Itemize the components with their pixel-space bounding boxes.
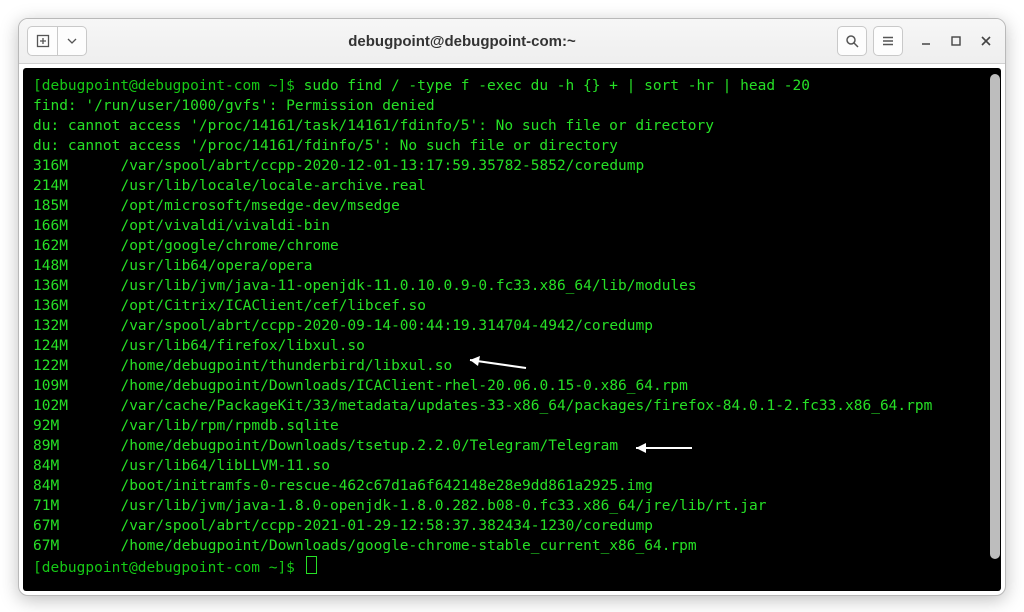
minimize-icon <box>920 35 932 47</box>
file-path: /home/debugpoint/thunderbird/libxul.so <box>103 358 452 374</box>
output-row: 92M /var/lib/rpm/rpmdb.sqlite <box>33 416 991 436</box>
maximize-button[interactable] <box>945 30 967 52</box>
file-size: 136M <box>33 276 103 296</box>
file-path: /usr/lib/jvm/java-1.8.0-openjdk-1.8.0.28… <box>103 498 766 514</box>
error-line: du: cannot access '/proc/14161/fdinfo/5'… <box>33 136 991 156</box>
prompt-line-2: [debugpoint@debugpoint-com ~]$ <box>33 556 991 578</box>
file-path: /var/spool/abrt/ccpp-2021-01-29-12:58:37… <box>103 518 653 534</box>
file-path: /var/spool/abrt/ccpp-2020-12-01-13:17:59… <box>103 158 644 174</box>
file-path: /usr/lib64/firefox/libxul.so <box>103 338 365 354</box>
new-tab-menu-button[interactable] <box>57 26 87 56</box>
titlebar: debugpoint@debugpoint-com:~ <box>19 19 1005 64</box>
file-size: 148M <box>33 256 103 276</box>
close-icon <box>980 35 992 47</box>
output-row: 185M /opt/microsoft/msedge-dev/msedge <box>33 196 991 216</box>
prompt-open: [ <box>33 78 42 94</box>
file-path: /home/debugpoint/Downloads/google-chrome… <box>103 538 697 554</box>
file-path: /opt/vivaldi/vivaldi-bin <box>103 218 330 234</box>
file-path: /opt/Citrix/ICAClient/cef/libcef.so <box>103 298 426 314</box>
file-size: 92M <box>33 416 103 436</box>
window-controls <box>909 30 997 52</box>
output-rows: 316M /var/spool/abrt/ccpp-2020-12-01-13:… <box>33 156 991 556</box>
maximize-icon <box>950 35 962 47</box>
error-lines: find: '/run/user/1000/gvfs': Permission … <box>33 96 991 156</box>
window-title: debugpoint@debugpoint-com:~ <box>93 33 831 50</box>
output-row: 84M /boot/initramfs-0-rescue-462c67d1a6f… <box>33 476 991 496</box>
output-row: 214M /usr/lib/locale/locale-archive.real <box>33 176 991 196</box>
file-path: /opt/microsoft/msedge-dev/msedge <box>103 198 400 214</box>
new-tab-icon <box>36 34 50 48</box>
scrollbar[interactable] <box>990 74 1000 585</box>
output-row: 102M /var/cache/PackageKit/33/metadata/u… <box>33 396 991 416</box>
file-size: 136M <box>33 296 103 316</box>
file-size: 214M <box>33 176 103 196</box>
file-path: /usr/lib64/libLLVM-11.so <box>103 458 330 474</box>
output-row: 132M /var/spool/abrt/ccpp-2020-09-14-00:… <box>33 316 991 336</box>
close-button[interactable] <box>975 30 997 52</box>
terminal-window: debugpoint@debugpoint-com:~ <box>18 18 1006 596</box>
file-path: /usr/lib/locale/locale-archive.real <box>103 178 426 194</box>
file-path: /home/debugpoint/Downloads/tsetup.2.2.0/… <box>103 438 618 454</box>
new-tab-button[interactable] <box>27 26 57 56</box>
cursor <box>306 556 317 574</box>
output-row: 122M /home/debugpoint/thunderbird/libxul… <box>33 356 991 376</box>
file-size: 67M <box>33 516 103 536</box>
file-path: /home/debugpoint/Downloads/ICAClient-rhe… <box>103 378 688 394</box>
output-row: 67M /var/spool/abrt/ccpp-2021-01-29-12:5… <box>33 516 991 536</box>
terminal-area[interactable]: [debugpoint@debugpoint-com ~]$ sudo find… <box>23 68 1001 591</box>
output-row: 166M /opt/vivaldi/vivaldi-bin <box>33 216 991 236</box>
search-icon <box>845 34 859 48</box>
file-path: /var/lib/rpm/rpmdb.sqlite <box>103 418 339 434</box>
file-size: 122M <box>33 356 103 376</box>
output-row: 162M /opt/google/chrome/chrome <box>33 236 991 256</box>
output-row: 67M /home/debugpoint/Downloads/google-ch… <box>33 536 991 556</box>
file-size: 316M <box>33 156 103 176</box>
file-size: 185M <box>33 196 103 216</box>
file-path: /usr/lib/jvm/java-11-openjdk-11.0.10.0.9… <box>103 278 697 294</box>
file-size: 124M <box>33 336 103 356</box>
file-size: 67M <box>33 536 103 556</box>
prompt-close: ]$ <box>277 78 303 94</box>
file-path: /var/spool/abrt/ccpp-2020-09-14-00:44:19… <box>103 318 653 334</box>
file-path: /opt/google/chrome/chrome <box>103 238 339 254</box>
search-button[interactable] <box>837 26 867 56</box>
file-path: /boot/initramfs-0-rescue-462c67d1a6f6421… <box>103 478 653 494</box>
prompt-line-1: [debugpoint@debugpoint-com ~]$ sudo find… <box>33 76 991 96</box>
output-row: 148M /usr/lib64/opera/opera <box>33 256 991 276</box>
file-size: 89M <box>33 436 103 456</box>
file-size: 162M <box>33 236 103 256</box>
minimize-button[interactable] <box>915 30 937 52</box>
file-size: 102M <box>33 396 103 416</box>
file-size: 84M <box>33 456 103 476</box>
new-tab-group <box>27 26 87 56</box>
output-row: 124M /usr/lib64/firefox/libxul.so <box>33 336 991 356</box>
file-size: 132M <box>33 316 103 336</box>
error-line: du: cannot access '/proc/14161/task/1416… <box>33 116 991 136</box>
prompt-userhost: debugpoint@debugpoint-com ~ <box>42 78 278 94</box>
file-size: 166M <box>33 216 103 236</box>
output-row: 316M /var/spool/abrt/ccpp-2020-12-01-13:… <box>33 156 991 176</box>
output-row: 136M /usr/lib/jvm/java-11-openjdk-11.0.1… <box>33 276 991 296</box>
file-size: 71M <box>33 496 103 516</box>
error-line: find: '/run/user/1000/gvfs': Permission … <box>33 96 991 116</box>
output-row: 71M /usr/lib/jvm/java-1.8.0-openjdk-1.8.… <box>33 496 991 516</box>
command-text: sudo find / -type f -exec du -h {} + | s… <box>304 78 810 94</box>
file-path: /var/cache/PackageKit/33/metadata/update… <box>103 398 932 414</box>
file-size: 84M <box>33 476 103 496</box>
output-row: 84M /usr/lib64/libLLVM-11.so <box>33 456 991 476</box>
scrollbar-thumb[interactable] <box>990 74 1000 559</box>
file-size: 109M <box>33 376 103 396</box>
hamburger-icon <box>881 34 895 48</box>
output-row: 89M /home/debugpoint/Downloads/tsetup.2.… <box>33 436 991 456</box>
output-row: 136M /opt/Citrix/ICAClient/cef/libcef.so <box>33 296 991 316</box>
file-path: /usr/lib64/opera/opera <box>103 258 313 274</box>
hamburger-menu-button[interactable] <box>873 26 903 56</box>
chevron-down-icon <box>67 36 77 46</box>
output-row: 109M /home/debugpoint/Downloads/ICAClien… <box>33 376 991 396</box>
